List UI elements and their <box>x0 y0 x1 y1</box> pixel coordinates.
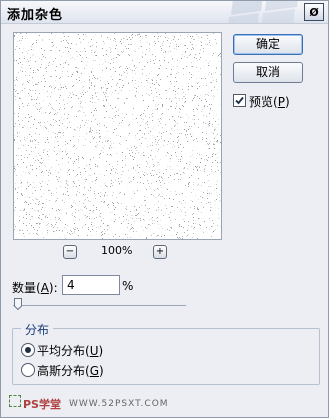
title-bar: 添加杂色 Ø <box>1 1 328 24</box>
watermark-site: WWW.52PSXT.COM <box>69 399 169 409</box>
zoom-controls: − 100% + <box>13 244 222 260</box>
amount-label: 数量(A): <box>12 281 58 295</box>
radio-selected-dot <box>25 347 31 353</box>
zoom-in-button[interactable]: + <box>153 245 167 259</box>
watermark: PS学堂 WWW.52PSXT.COM <box>9 393 168 413</box>
radio-uniform-button[interactable] <box>21 343 35 357</box>
amount-slider-thumb[interactable] <box>14 298 22 310</box>
radio-gaussian-button[interactable] <box>21 363 35 377</box>
radio-gaussian-label: 高斯分布(G) <box>37 364 104 378</box>
add-noise-dialog: 添加杂色 Ø − 100% + 确定 取消 预览(P) 数量(A): 4 % 分… <box>0 0 329 418</box>
watermark-text: PS学堂 <box>23 398 61 411</box>
dialog-title: 添加杂色 <box>7 8 64 23</box>
preview-checkbox[interactable] <box>233 94 246 107</box>
preview-checkbox-label: 预览(P) <box>249 95 290 109</box>
amount-input[interactable]: 4 <box>62 275 120 295</box>
minus-icon: − <box>65 246 75 257</box>
close-button[interactable]: Ø <box>304 3 324 21</box>
cancel-button[interactable]: 取消 <box>233 62 303 83</box>
zoom-level: 100% <box>101 244 133 257</box>
plus-icon: + <box>155 246 165 257</box>
radio-uniform-label: 平均分布(U) <box>37 344 104 358</box>
close-icon: Ø <box>309 5 319 19</box>
ok-button[interactable]: 确定 <box>233 34 303 55</box>
watermark-corner-icon <box>9 395 21 407</box>
distribution-group-title: 分布 <box>21 321 54 338</box>
preview-pane[interactable] <box>13 32 222 240</box>
amount-unit: % <box>122 279 134 293</box>
checkmark-icon <box>235 96 244 105</box>
title-decoration-icon <box>228 1 298 23</box>
amount-slider-track[interactable] <box>13 305 186 306</box>
zoom-out-button[interactable]: − <box>63 245 77 259</box>
noise-preview-image <box>14 33 221 239</box>
